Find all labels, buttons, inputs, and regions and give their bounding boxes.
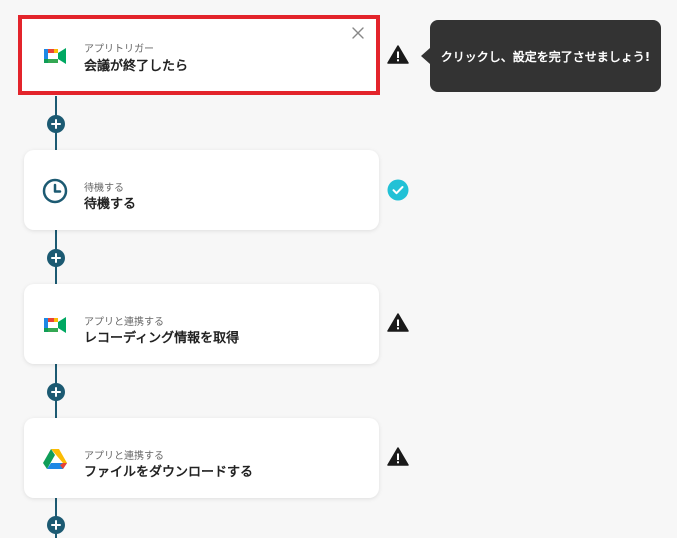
add-step-button[interactable] xyxy=(47,249,65,267)
warning-icon xyxy=(387,45,409,64)
warning-icon xyxy=(387,313,409,332)
close-icon[interactable] xyxy=(350,25,366,41)
google-meet-icon xyxy=(44,317,66,333)
warning-icon xyxy=(387,447,409,466)
step-type-label: アプリトリガー xyxy=(84,44,154,55)
step-card-wait[interactable]: 待機する 待機する xyxy=(24,150,379,230)
add-step-button[interactable] xyxy=(47,383,65,401)
plus-icon xyxy=(51,253,61,263)
plus-icon xyxy=(51,387,61,397)
plus-icon xyxy=(51,520,61,530)
step-title: レコーディング情報を取得 xyxy=(84,331,240,346)
google-drive-icon xyxy=(43,449,67,469)
check-circle-icon xyxy=(387,179,409,201)
guide-tooltip: クリックし、設定を完了させましょう! xyxy=(421,20,661,92)
step-type-label: アプリと連携する xyxy=(84,317,164,328)
step-type-label: アプリと連携する xyxy=(84,451,164,462)
google-meet-icon xyxy=(44,48,66,64)
step-title: ファイルをダウンロードする xyxy=(84,465,254,480)
step-title: 待機する xyxy=(84,197,137,212)
add-step-button[interactable] xyxy=(47,115,65,133)
plus-icon xyxy=(51,119,61,129)
step-title: 会議が終了したら xyxy=(84,59,189,74)
step-card-trigger[interactable]: アプリトリガー 会議が終了したら xyxy=(18,15,380,95)
add-step-button[interactable] xyxy=(47,516,65,534)
flow-canvas: アプリトリガー 会議が終了したら 待機する 待機する アプリと連携する レコーデ… xyxy=(0,0,677,538)
tooltip-text: クリックし、設定を完了させましょう! xyxy=(440,49,651,64)
step-card-get-recording[interactable]: アプリと連携する レコーディング情報を取得 xyxy=(24,284,379,364)
clock-icon xyxy=(42,178,68,204)
step-type-label: 待機する xyxy=(84,183,124,194)
step-card-download-file[interactable]: アプリと連携する ファイルをダウンロードする xyxy=(24,418,379,498)
